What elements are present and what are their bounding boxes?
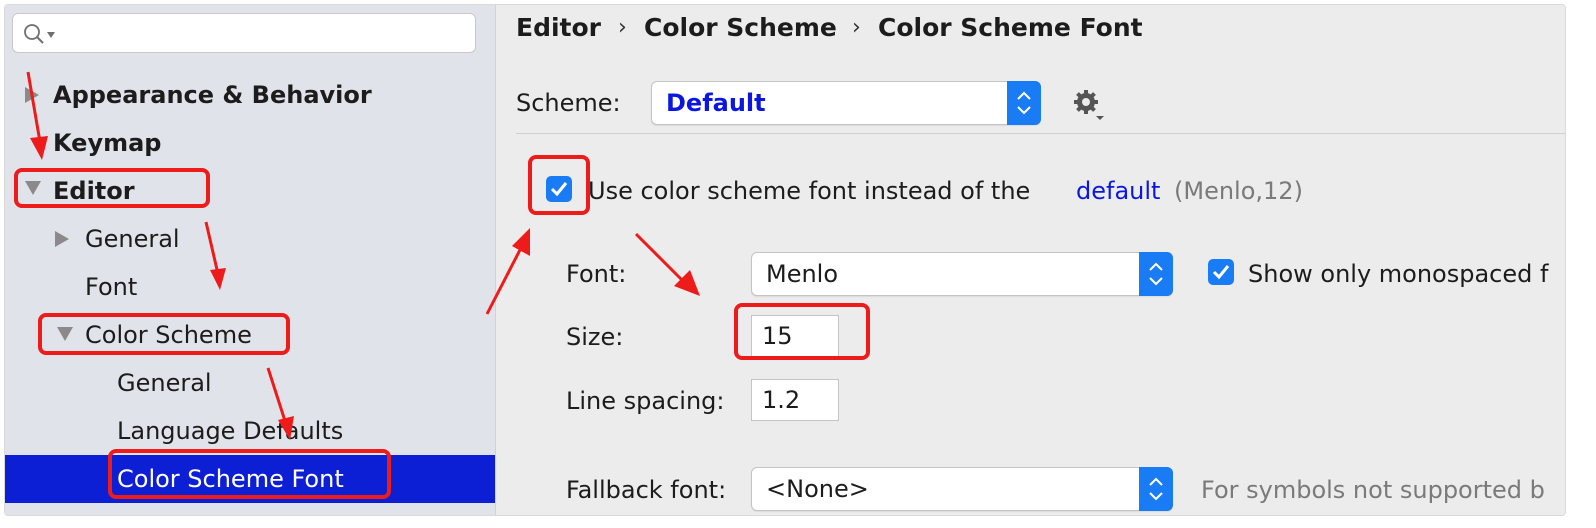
checkmark-icon	[1212, 265, 1230, 280]
breadcrumb-separator: ›	[852, 15, 861, 40]
breadcrumb-current-page: Color Scheme Font	[878, 13, 1143, 42]
use-scheme-font-label: Use color scheme font instead of the	[588, 177, 1031, 205]
breadcrumb-separator: ›	[618, 15, 627, 40]
settings-window: Appearance & Behavior Keymap Editor Gene…	[4, 4, 1566, 516]
scheme-value: Default	[666, 89, 766, 117]
fallback-font-hint: For symbols not supported b	[1201, 476, 1545, 504]
sidebar-item-color-scheme-general[interactable]: General	[117, 363, 212, 403]
sidebar-item-appearance[interactable]: Appearance & Behavior	[53, 75, 372, 115]
breadcrumb-color-scheme[interactable]: Color Scheme	[644, 13, 837, 42]
default-font-hint: (Menlo,12)	[1174, 177, 1303, 205]
sidebar-item-general[interactable]: General	[85, 219, 180, 259]
search-icon	[24, 24, 44, 44]
chevron-updown-icon	[1007, 81, 1041, 125]
font-dropdown[interactable]: Menlo	[751, 252, 1173, 296]
monospaced-only-label: Show only monospaced f	[1248, 260, 1549, 288]
sidebar-item-language-defaults[interactable]: Language Defaults	[117, 411, 343, 451]
sidebar-item-font[interactable]: Font	[85, 267, 137, 307]
expand-arrow-icon[interactable]	[55, 231, 69, 247]
monospaced-only-checkbox[interactable]	[1208, 259, 1234, 285]
chevron-updown-icon	[1139, 252, 1173, 296]
expand-arrow-icon[interactable]	[25, 87, 39, 103]
scheme-label: Scheme:	[516, 89, 621, 117]
default-font-link[interactable]: default	[1076, 177, 1160, 205]
font-label: Font:	[566, 260, 627, 288]
fallback-font-dropdown[interactable]: <None>	[751, 467, 1173, 511]
size-label: Size:	[566, 323, 624, 351]
line-spacing-input[interactable]: 1.2	[751, 379, 839, 421]
breadcrumb-editor[interactable]: Editor	[516, 13, 601, 42]
separator-line	[516, 133, 1565, 134]
settings-sidebar: Appearance & Behavior Keymap Editor Gene…	[5, 5, 496, 515]
chevron-updown-icon	[1139, 467, 1173, 511]
settings-main-panel: Editor › Color Scheme › Color Scheme Fon…	[496, 5, 1565, 515]
sidebar-item-keymap[interactable]: Keymap	[53, 123, 161, 163]
gear-icon[interactable]	[1071, 87, 1107, 123]
annotation-box-color-scheme	[38, 313, 290, 355]
annotation-box-checkbox	[528, 155, 590, 215]
font-value: Menlo	[766, 260, 839, 288]
annotation-box-color-scheme-font	[108, 449, 391, 499]
fallback-font-value: <None>	[766, 475, 869, 503]
fallback-font-label: Fallback font:	[566, 476, 727, 504]
annotation-box-size	[734, 303, 870, 360]
search-input[interactable]	[12, 13, 476, 53]
line-spacing-label: Line spacing:	[566, 387, 725, 415]
annotation-box-editor	[14, 168, 210, 208]
scheme-dropdown[interactable]: Default	[651, 81, 1041, 125]
search-options-icon[interactable]	[47, 32, 55, 38]
